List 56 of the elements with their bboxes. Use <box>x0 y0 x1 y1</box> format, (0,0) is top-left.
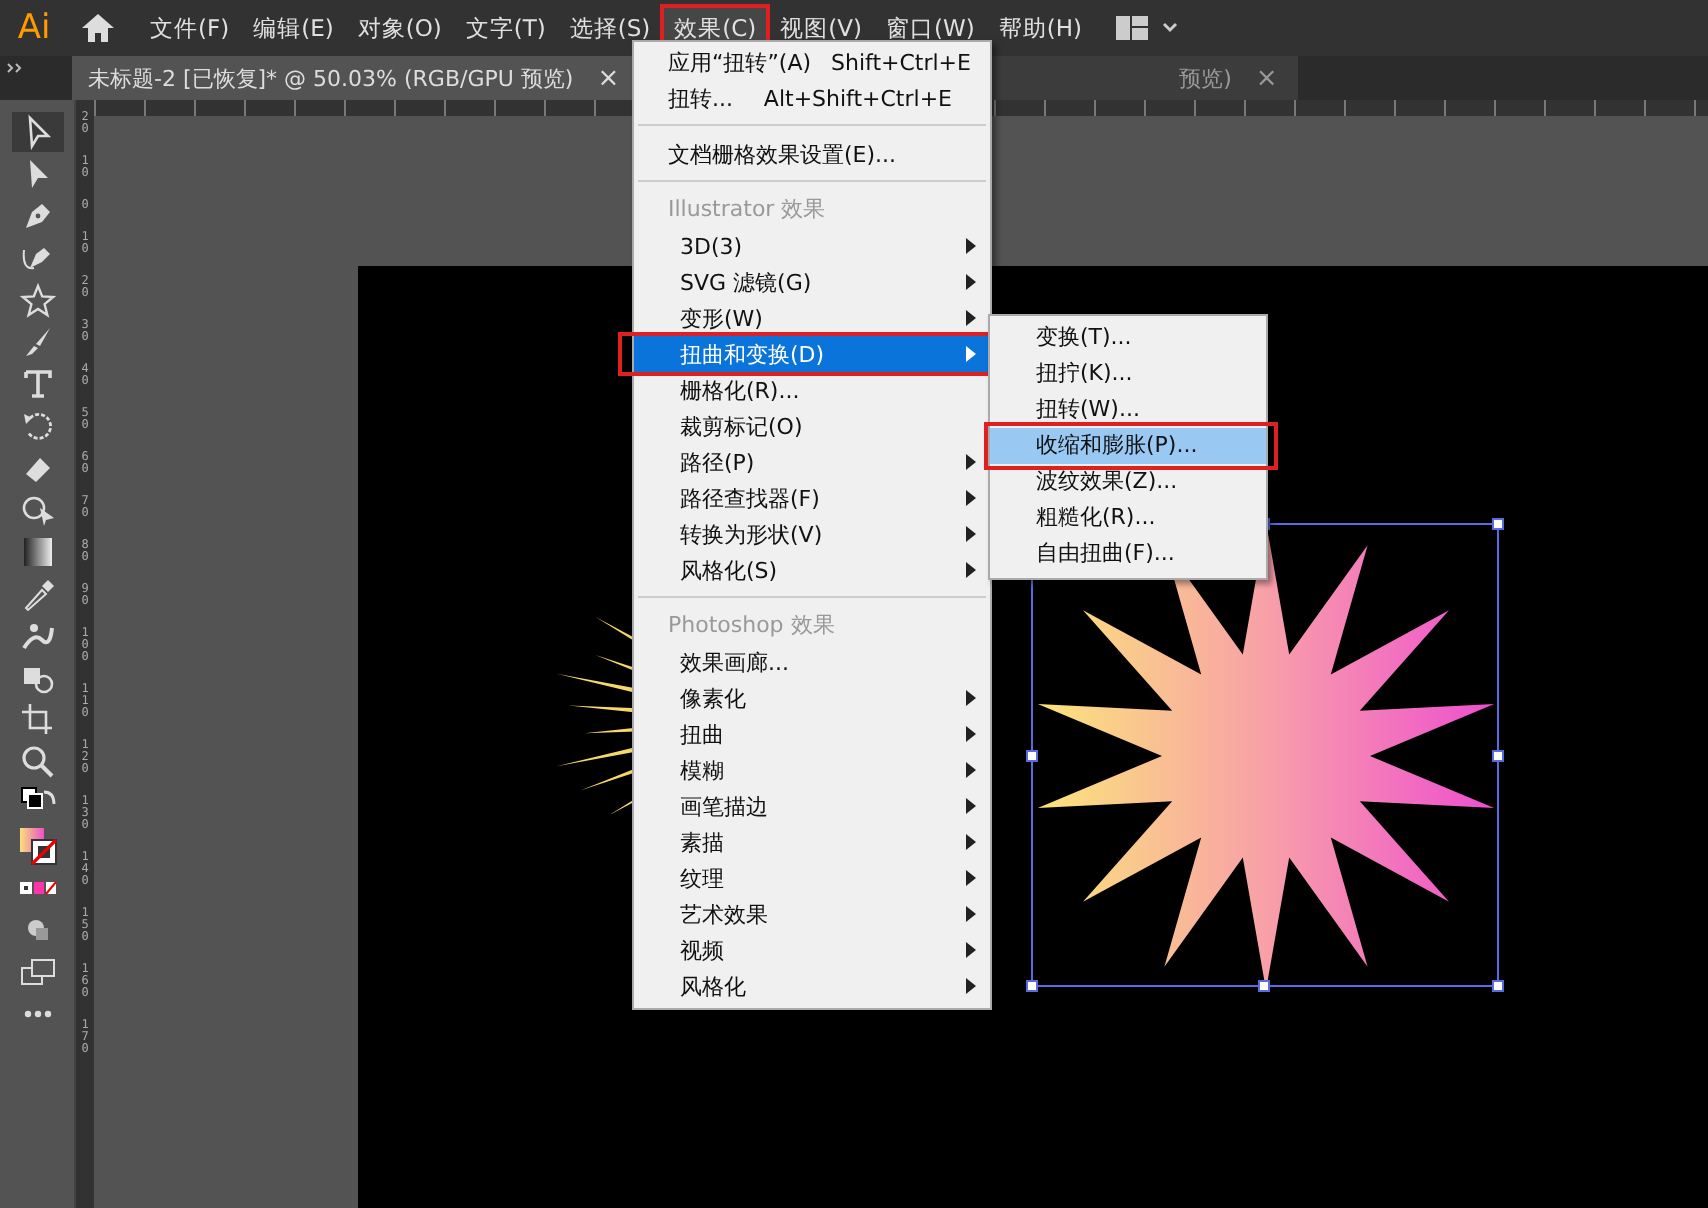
menu-item[interactable]: 画笔描边 <box>634 788 990 824</box>
submenu-arrow-icon <box>966 454 976 470</box>
menu-item[interactable]: 扭拧(K)... <box>990 356 1266 392</box>
menu-item[interactable]: 文件(F) <box>140 7 240 49</box>
menu-section-header: Illustrator 效果 <box>666 194 828 226</box>
app-logo: Ai <box>15 8 53 48</box>
submenu-arrow-icon <box>966 310 976 326</box>
menu-item[interactable]: 扭转(W)... <box>990 392 1266 428</box>
close-button[interactable]: × <box>1255 63 1278 93</box>
menu-item[interactable]: 3D(3) <box>634 228 990 264</box>
submenu-arrow-icon <box>966 346 976 362</box>
menu-item[interactable]: 波纹效果(Z)... <box>990 464 1266 500</box>
menu-item[interactable]: 艺术效果 <box>634 896 990 932</box>
submenu-arrow-icon <box>966 562 976 578</box>
submenu-arrow-icon <box>966 870 976 886</box>
menu-item[interactable]: 对象(O) <box>347 7 452 49</box>
menu-item[interactable]: 扭曲 <box>634 716 990 752</box>
menu-item[interactable]: 模糊 <box>634 752 990 788</box>
menu-item[interactable]: SVG 滤镜(G) <box>634 264 990 300</box>
menu-item[interactable]: 帮助(H) <box>988 7 1092 49</box>
menu-item[interactable]: 素描 <box>634 824 990 860</box>
menu-item[interactable]: 变换(T)... <box>990 320 1266 356</box>
home-icon[interactable] <box>80 12 116 44</box>
menu-item[interactable]: 编辑(E) <box>243 7 344 49</box>
menu-item[interactable]: 像素化 <box>634 680 990 716</box>
menu-item[interactable]: 选择(S) <box>559 7 661 49</box>
close-button[interactable]: × <box>597 63 620 93</box>
menu-item[interactable]: 变形(W) <box>634 300 990 336</box>
submenu-arrow-icon <box>966 798 976 814</box>
submenu-arrow-icon <box>966 978 976 994</box>
submenu-arrow-icon <box>966 690 976 706</box>
menu-item[interactable]: 粗糙化(R)... <box>990 500 1266 536</box>
submenu-arrow-icon <box>966 906 976 922</box>
submenu-arrow-icon <box>966 274 976 290</box>
menu-item[interactable]: 路径(P) <box>634 444 990 480</box>
menu-item[interactable]: 风格化(S) <box>634 552 990 588</box>
menu-item[interactable]: 转换为形状(V) <box>634 516 990 552</box>
submenu-arrow-icon <box>966 490 976 506</box>
menu-item[interactable]: 纹理 <box>634 860 990 896</box>
menu-section-header: Photoshop 效果 <box>666 610 837 642</box>
menu-item[interactable]: 文档栅格效果设置(E)... <box>634 136 990 172</box>
menu-item[interactable]: 风格化 <box>634 968 990 1004</box>
submenu-arrow-icon <box>966 762 976 778</box>
menu-item[interactable]: 文字(T) <box>455 7 556 49</box>
submenu-arrow-icon <box>966 526 976 542</box>
menu-item[interactable]: 视频 <box>634 932 990 968</box>
selection-tool-icon[interactable] <box>11 112 63 152</box>
submenu-arrow-icon <box>966 726 976 742</box>
menu-item[interactable]: 效果画廊... <box>634 644 990 680</box>
menu-item[interactable]: 裁剪标记(O) <box>634 408 990 444</box>
menu-item[interactable]: 自由扭曲(F)... <box>990 536 1266 572</box>
submenu-arrow-icon <box>966 238 976 254</box>
menu-item[interactable]: 路径查找器(F) <box>634 480 990 516</box>
submenu-arrow-icon <box>966 834 976 850</box>
submenu-arrow-icon <box>966 942 976 958</box>
menu-item[interactable]: 栅格化(R)... <box>634 372 990 408</box>
